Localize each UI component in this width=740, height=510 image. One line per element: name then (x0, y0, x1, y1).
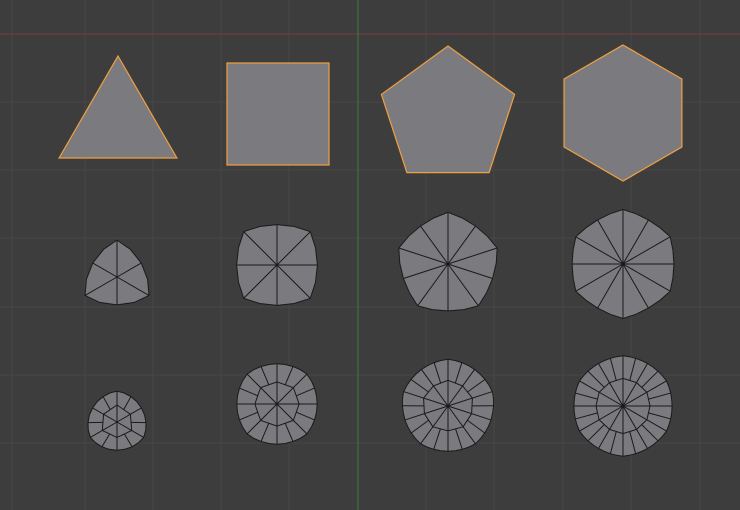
mesh-square-subdivided-level-2[interactable] (236, 363, 318, 445)
mesh-pentagon-subdivided-level-2[interactable] (401, 358, 495, 452)
mesh-hexagon-subdivided-level-2[interactable] (573, 355, 673, 457)
mesh-hexagon-base-polygons[interactable] (563, 44, 683, 182)
mesh-face (380, 45, 516, 174)
mesh-square-subdivided-level-1[interactable] (236, 224, 318, 306)
mesh-square-base-polygons[interactable] (226, 62, 330, 166)
mesh-triangle-subdivided-level-1[interactable] (84, 239, 150, 306)
3d-viewport[interactable] (0, 0, 740, 510)
mesh-hexagon-subdivided-level-1[interactable] (571, 208, 675, 320)
mesh-face (58, 54, 178, 159)
viewport-canvas[interactable] (0, 0, 740, 510)
mesh-pentagon-base-polygons[interactable] (380, 45, 516, 174)
mesh-face (563, 44, 683, 182)
mesh-face (226, 62, 330, 166)
mesh-triangle-subdivided-level-2[interactable] (87, 390, 147, 451)
mesh-pentagon-subdivided-level-1[interactable] (398, 211, 498, 312)
mesh-triangle-base-polygons[interactable] (58, 54, 178, 159)
